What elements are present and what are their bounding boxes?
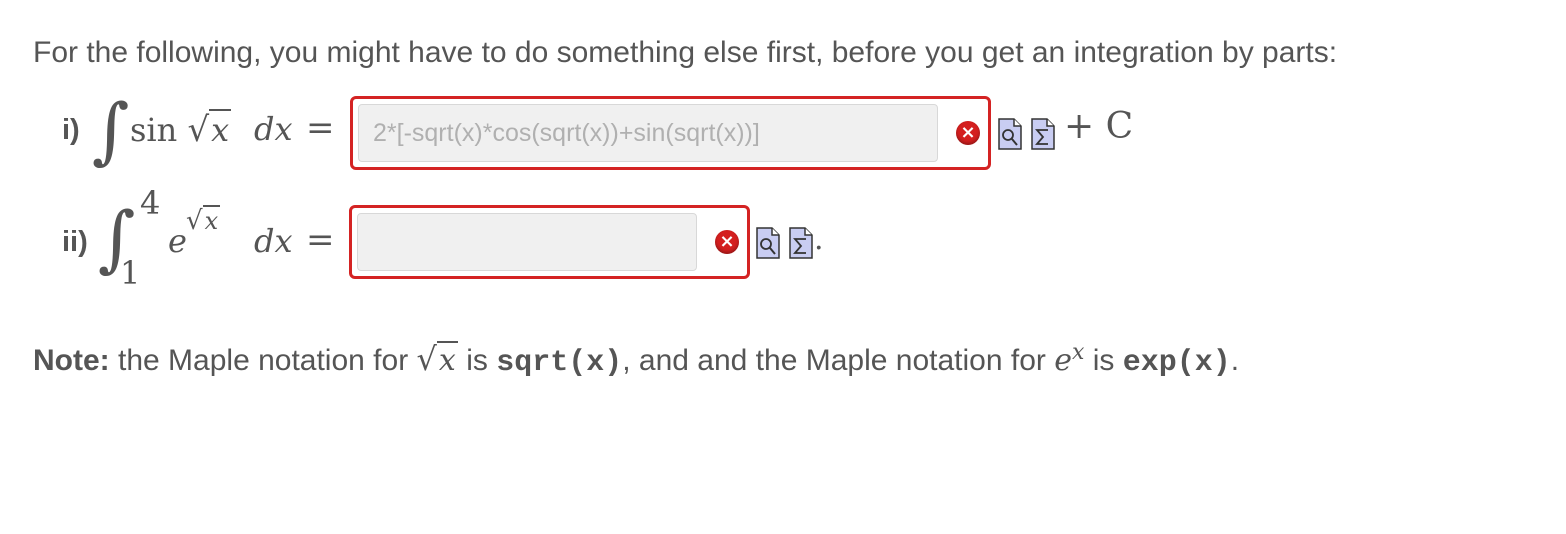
- note-lead: Note:: [33, 344, 110, 377]
- problem-i: i) ∫ sin √x dx = × + C: [0, 92, 1566, 172]
- differential: dx: [254, 222, 293, 260]
- maple-code-exp: exp(x): [1122, 346, 1231, 380]
- exp-base: e: [1054, 343, 1072, 378]
- instructions-text: For the following, you might have to do …: [33, 36, 1338, 69]
- equation-editor-icon[interactable]: [788, 227, 814, 259]
- equals-sign: =: [306, 108, 335, 148]
- exp-exponent: x: [1071, 340, 1085, 365]
- note-text: , and and the Maple notation for: [622, 344, 1046, 377]
- exp-math: ex: [1054, 340, 1085, 378]
- differential: dx: [254, 110, 293, 148]
- problem-ii: ii) ∫ 4 1 e √x dx = × .: [0, 184, 1566, 292]
- upper-limit: 4: [140, 184, 161, 222]
- close-circle-icon[interactable]: ×: [715, 230, 739, 254]
- exponent: √x: [186, 205, 221, 236]
- equation-editor-icon[interactable]: [1030, 118, 1056, 150]
- sqrt-math: √x: [416, 340, 458, 378]
- exponential-base: e: [168, 222, 187, 260]
- note-is: is: [466, 344, 488, 377]
- radicand: x: [202, 205, 221, 235]
- answer-field[interactable]: [358, 104, 938, 162]
- integral-sign: ∫: [92, 88, 130, 172]
- note-end: .: [1230, 344, 1240, 377]
- lower-limit: 1: [120, 254, 141, 292]
- note-text: the Maple notation for: [118, 344, 409, 377]
- problem-label: ii): [62, 226, 88, 258]
- problem-label: i): [62, 114, 80, 146]
- equals-sign: =: [306, 220, 335, 260]
- maple-code-sqrt: sqrt(x): [496, 346, 623, 380]
- preview-document-icon[interactable]: [997, 118, 1023, 150]
- notation-note: Note: the Maple notation for √x is sqrt(…: [33, 340, 1239, 380]
- integrand: sin √x: [130, 109, 232, 150]
- close-circle-icon[interactable]: ×: [956, 121, 980, 145]
- function-name: sin: [130, 111, 178, 149]
- constant-of-integration: + C: [1064, 106, 1134, 147]
- sentence-period: .: [814, 222, 824, 257]
- note-is: is: [1092, 344, 1115, 377]
- radicand: x: [209, 109, 232, 149]
- preview-document-icon[interactable]: [755, 227, 781, 259]
- radicand: x: [436, 341, 458, 378]
- answer-field[interactable]: [357, 213, 697, 271]
